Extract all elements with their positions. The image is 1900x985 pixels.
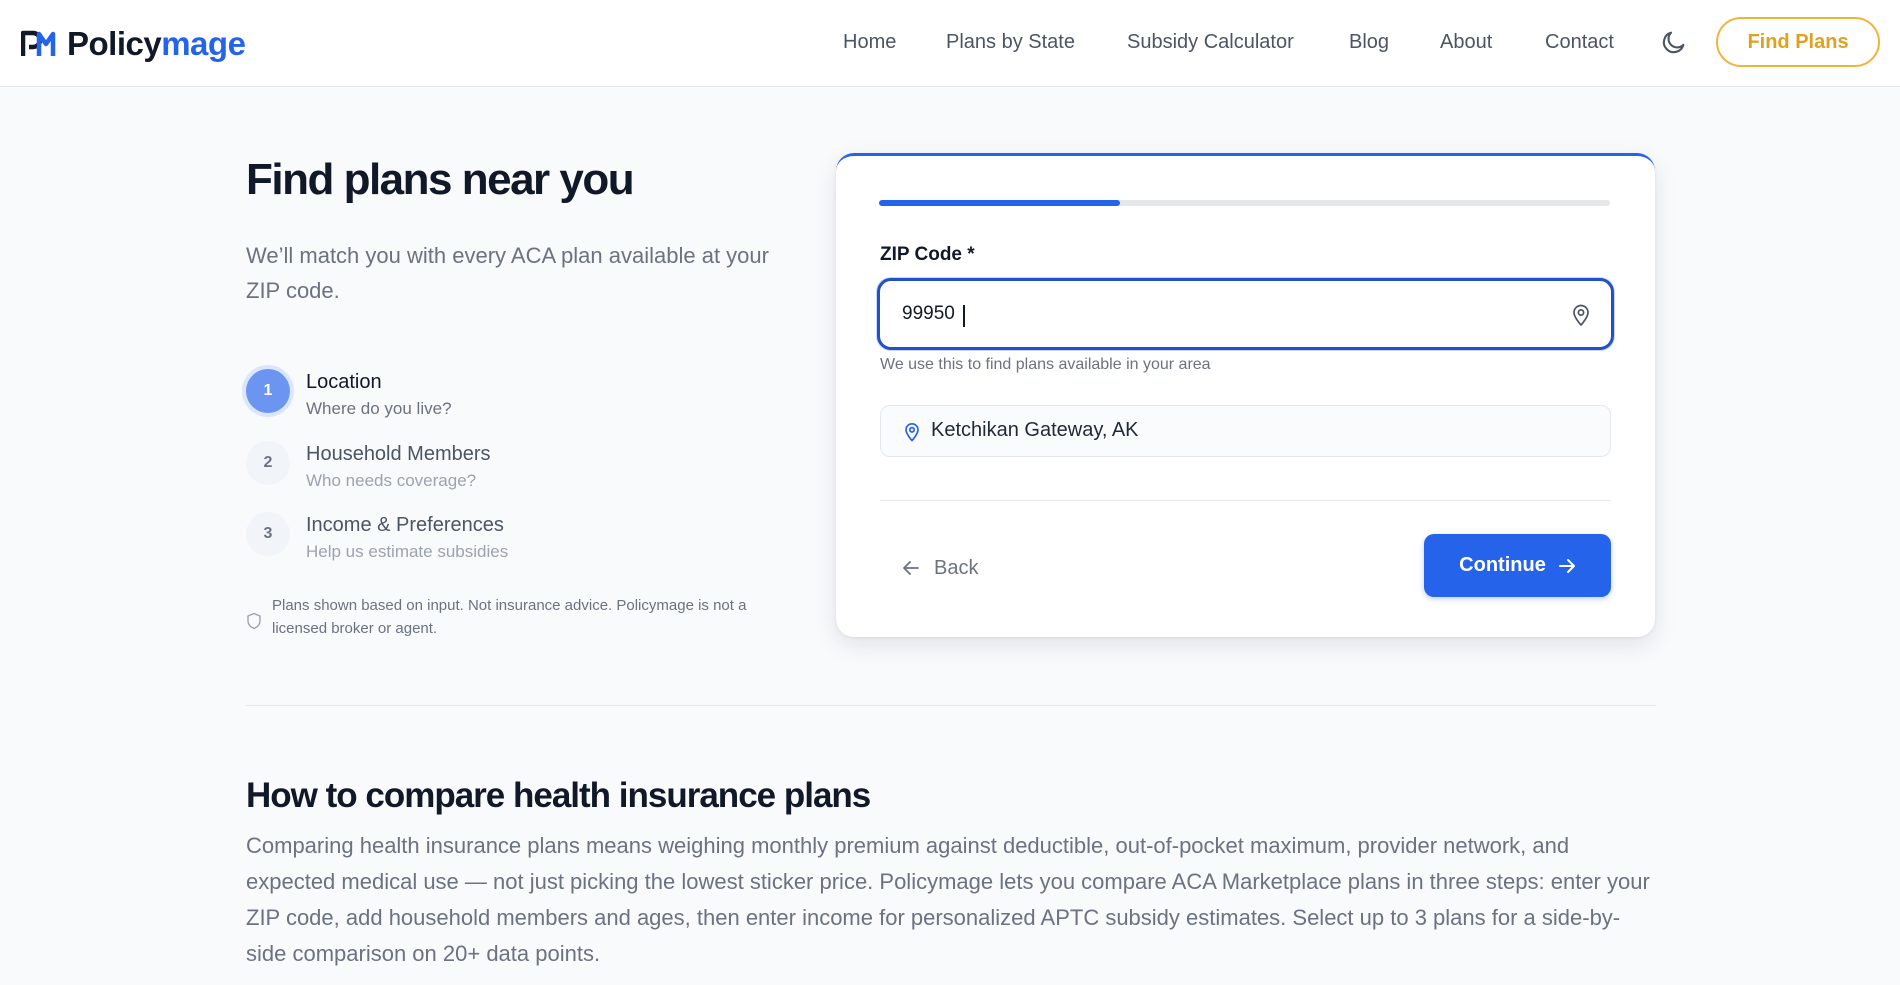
step-location: 1 Location Where do you live? (246, 369, 452, 421)
location-form-card: ZIP Code * We use this to find plans ava… (836, 153, 1655, 637)
step-title: Household Members (306, 443, 491, 465)
back-label: Back (934, 556, 979, 579)
nav-plans-by-state[interactable]: Plans by State (946, 28, 1075, 56)
continue-button[interactable]: Continue (1424, 534, 1611, 597)
back-button[interactable]: Back (902, 550, 978, 586)
shield-icon (247, 612, 261, 630)
disclaimer: Plans shown based on input. Not insuranc… (246, 594, 776, 640)
step-title: Location (306, 371, 382, 393)
logo-text-mage: mage (161, 25, 246, 62)
moon-icon[interactable] (1660, 28, 1688, 56)
section-heading: How to compare health insurance plans (246, 776, 871, 815)
logo[interactable]: Policymage (21, 24, 246, 64)
progress-bar (879, 200, 1610, 206)
zip-helper-text: We use this to find plans available in y… (880, 356, 1211, 373)
text-caret (963, 305, 965, 327)
logo-mark-icon (21, 30, 56, 56)
nav-home[interactable]: Home (843, 28, 896, 56)
step-title: Income & Preferences (306, 514, 504, 536)
nav-about[interactable]: About (1440, 28, 1492, 56)
step-subtitle: Where do you live? (306, 399, 452, 418)
page-subtitle: We’ll match you with every ACA plan avai… (246, 243, 769, 303)
zip-label: ZIP Code * (880, 244, 975, 265)
step-number: 1 (246, 369, 290, 413)
zip-field[interactable] (877, 278, 1614, 350)
form-divider (880, 500, 1611, 501)
continue-label: Continue (1459, 554, 1546, 576)
nav-blog[interactable]: Blog (1349, 28, 1389, 56)
step-household: 2 Household Members Who needs coverage? (246, 441, 491, 493)
step-number: 3 (246, 512, 290, 556)
map-pin-icon[interactable] (1570, 303, 1592, 327)
detected-location: Ketchikan Gateway, AK (880, 405, 1611, 457)
section-divider (246, 705, 1656, 706)
logo-text-policy: Policy (67, 25, 162, 62)
arrow-left-icon (903, 561, 919, 575)
step-income: 3 Income & Preferences Help us estimate … (246, 512, 508, 564)
logo-text: Policymage (67, 24, 246, 64)
map-pin-icon (905, 422, 919, 442)
disclaimer-text: Plans shown based on input. Not insuranc… (272, 597, 747, 637)
nav-subsidy-calculator[interactable]: Subsidy Calculator (1127, 28, 1294, 56)
section-body: Comparing health insurance plans means w… (246, 833, 1650, 966)
step-subtitle: Help us estimate subsidies (306, 542, 509, 561)
nav-contact[interactable]: Contact (1545, 28, 1614, 56)
site-header: Policymage Home Plans by State Subsidy C… (0, 0, 1900, 87)
page-title: Find plans near you (246, 155, 635, 204)
step-subtitle: Who needs coverage? (306, 471, 477, 490)
step-number: 2 (246, 441, 290, 485)
progress-fill (879, 200, 1121, 206)
zip-input[interactable] (902, 299, 1542, 329)
find-plans-button[interactable]: Find Plans (1716, 17, 1880, 67)
location-text: Ketchikan Gateway, AK (931, 419, 1139, 441)
arrow-right-icon (1558, 558, 1575, 573)
